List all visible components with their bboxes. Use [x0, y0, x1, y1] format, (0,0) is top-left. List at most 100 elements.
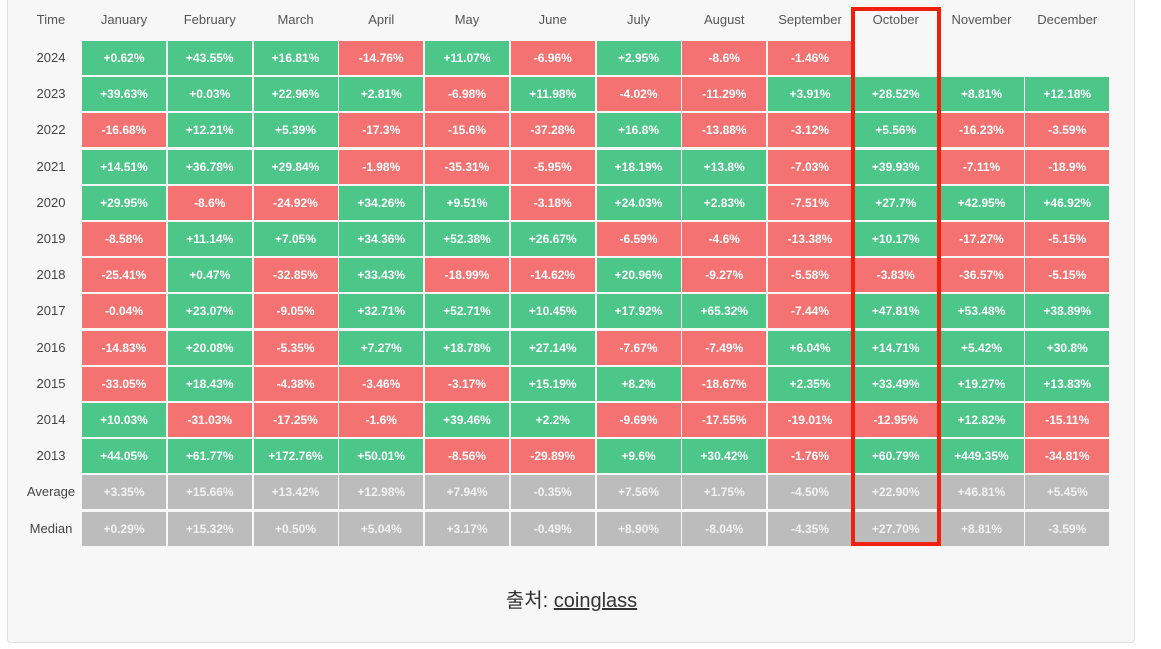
cell-2018-march: -32.85% — [253, 258, 338, 293]
cell-2023-december: +12.18% — [1025, 77, 1110, 112]
cell-average-may: +7.94% — [425, 475, 509, 510]
cell-2018-january: -25.41% — [82, 258, 166, 293]
cell-2014-october: -12.95% — [853, 403, 938, 437]
cell-2016-february: +20.08% — [167, 330, 252, 365]
cell-2019-december: -5.15% — [1025, 222, 1110, 256]
cell-2023-january: +39.63% — [82, 77, 166, 112]
cell-2022-may: -15.6% — [425, 113, 509, 148]
cell-2018-august: -9.27% — [682, 258, 767, 293]
cell-2015-september: +2.35% — [768, 366, 852, 401]
row-label-2016: 2016 — [36, 339, 66, 355]
cell-2023-may: -6.98% — [425, 77, 509, 112]
header-june: June — [538, 12, 567, 27]
cell-2023-september: +3.91% — [768, 77, 852, 112]
row-label-2020: 2020 — [36, 194, 66, 210]
cell-2014-december: -15.11% — [1025, 403, 1110, 437]
cell-2016-january: -14.83% — [82, 330, 166, 365]
cell-2024-august: -8.6% — [682, 41, 767, 75]
cell-2021-june: -5.95% — [510, 149, 595, 184]
cell-2014-january: +10.03% — [82, 403, 166, 437]
cell-2016-august: -7.49% — [682, 330, 767, 365]
cell-2019-april: +34.36% — [339, 222, 424, 256]
cell-2023-july: -4.02% — [596, 77, 681, 112]
cell-2018-june: -14.62% — [510, 258, 595, 293]
cell-average-october: +22.90% — [853, 475, 938, 510]
cell-2024-june: -6.96% — [510, 41, 595, 75]
cell-2022-april: -17.3% — [339, 113, 424, 148]
cell-2017-january: -0.04% — [82, 294, 166, 329]
cell-2015-january: -33.05% — [82, 366, 166, 401]
cell-2018-october: -3.83% — [853, 258, 938, 293]
cell-2020-march: -24.92% — [253, 185, 338, 220]
cell-2018-july: +20.96% — [596, 258, 681, 293]
source-caption: 출처: coinglass — [0, 584, 1143, 613]
cell-2015-october: +33.49% — [853, 366, 938, 401]
cell-2023-march: +22.96% — [253, 77, 338, 112]
cell-2014-april: -1.6% — [339, 403, 424, 437]
cell-2014-march: -17.25% — [253, 403, 338, 437]
cell-2019-january: -8.58% — [82, 222, 166, 256]
cell-average-march: +13.42% — [253, 475, 338, 510]
cell-median-march: +0.50% — [253, 511, 338, 546]
cell-2016-september: +6.04% — [768, 330, 852, 365]
cell-2017-october: +47.81% — [853, 294, 938, 329]
cell-2017-november: +53.48% — [939, 294, 1024, 329]
cell-2020-january: +29.95% — [82, 185, 166, 220]
cell-2020-february: -8.6% — [167, 185, 252, 220]
cell-2017-august: +65.32% — [682, 294, 767, 329]
cell-2021-september: -7.03% — [768, 149, 852, 184]
cell-2015-april: -3.46% — [339, 366, 424, 401]
cell-2022-september: -3.12% — [768, 113, 852, 148]
cell-2017-april: +32.71% — [339, 294, 424, 329]
row-label-2019: 2019 — [36, 231, 66, 246]
cell-median-may: +3.17% — [425, 511, 509, 546]
cell-2023-november: +8.81% — [939, 77, 1024, 112]
cell-2014-november: +12.82% — [939, 403, 1024, 437]
cell-2014-february: -31.03% — [167, 403, 252, 437]
cell-2019-october: +10.17% — [853, 222, 938, 256]
cell-2015-july: +8.2% — [596, 366, 681, 401]
cell-2023-april: +2.81% — [339, 77, 424, 112]
row-label-2024: 2024 — [36, 50, 66, 65]
cell-2017-september: -7.44% — [768, 294, 852, 329]
cell-2019-march: +7.05% — [253, 222, 338, 256]
cell-2017-may: +52.71% — [425, 294, 509, 329]
cell-2013-may: -8.56% — [425, 439, 509, 474]
cell-median-january: +0.29% — [82, 511, 166, 546]
row-label-2013: 2013 — [36, 448, 66, 464]
cell-2021-march: +29.84% — [253, 149, 338, 184]
cell-2015-december: +13.83% — [1025, 366, 1110, 401]
cell-2018-november: -36.57% — [939, 258, 1024, 293]
cell-2024-january: +0.62% — [82, 41, 166, 75]
cell-2017-july: +17.92% — [596, 294, 681, 329]
row-label-2015: 2015 — [36, 375, 66, 391]
cell-2013-january: +44.05% — [82, 439, 166, 474]
cell-median-june: -0.49% — [510, 511, 595, 546]
cell-2015-june: +15.19% — [510, 366, 595, 401]
cell-2022-december: -3.59% — [1025, 113, 1110, 148]
cell-2015-may: -3.17% — [425, 366, 509, 401]
cell-2022-february: +12.21% — [167, 113, 252, 148]
cell-2022-october: +5.56% — [853, 113, 938, 148]
cell-average-november: +46.81% — [939, 475, 1024, 510]
cell-2016-april: +7.27% — [339, 330, 424, 365]
cell-2016-march: -5.35% — [253, 330, 338, 365]
cell-2021-december: -18.9% — [1025, 149, 1110, 184]
cell-2014-july: -9.69% — [596, 403, 681, 437]
cell-2023-october: +28.52% — [853, 77, 938, 112]
cell-2020-august: +2.83% — [682, 185, 767, 220]
cell-2013-july: +9.6% — [596, 439, 681, 474]
cell-2021-november: -7.11% — [939, 149, 1024, 184]
cell-average-september: -4.50% — [768, 475, 852, 510]
cell-2019-may: +52.38% — [425, 222, 509, 256]
cell-2021-april: -1.98% — [339, 149, 424, 184]
cell-2023-august: -11.29% — [682, 77, 767, 112]
cell-median-february: +15.32% — [167, 511, 252, 546]
cell-2020-april: +34.26% — [339, 185, 424, 220]
cell-2019-july: -6.59% — [596, 222, 681, 256]
cell-2016-november: +5.42% — [939, 330, 1024, 365]
cell-2020-june: -3.18% — [510, 185, 595, 220]
coinglass-link[interactable]: coinglass — [554, 590, 637, 612]
cell-2017-december: +38.89% — [1025, 294, 1110, 329]
cell-2015-february: +18.43% — [167, 366, 252, 401]
